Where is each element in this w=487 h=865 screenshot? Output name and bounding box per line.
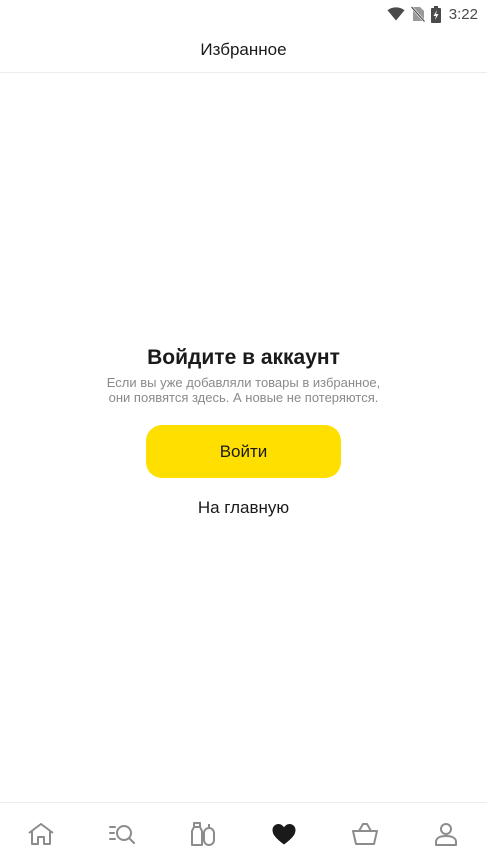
status-time: 3:22 <box>448 5 478 23</box>
heart-icon <box>271 822 297 846</box>
nav-item-profile[interactable] <box>406 803 487 865</box>
nav-item-favorites[interactable] <box>244 803 325 865</box>
home-icon <box>27 822 55 846</box>
products-icon <box>189 821 217 847</box>
empty-state-title: Войдите в аккаунт <box>147 346 340 369</box>
battery-charging-icon <box>430 5 441 23</box>
favorites-screen: 3:22 Избранное Войдите в аккаунт Если вы… <box>0 0 487 865</box>
empty-state-description-line-1: Если вы уже добавляли товары в избранное… <box>106 375 381 390</box>
empty-state-description: Если вы уже добавляли товары в избранное… <box>84 375 404 405</box>
status-bar: 3:22 <box>0 0 487 28</box>
login-button[interactable]: Войти <box>146 425 341 478</box>
status-icons: 3:22 <box>387 4 478 24</box>
home-link[interactable]: На главную <box>198 498 289 518</box>
page-title: Избранное <box>200 40 287 59</box>
nav-item-home[interactable] <box>0 803 81 865</box>
profile-icon <box>434 822 458 846</box>
nav-item-catalog[interactable] <box>81 803 162 865</box>
no-sim-icon <box>410 6 425 22</box>
header: Избранное <box>0 28 487 73</box>
empty-state-description-line-2: они появятся здесь. А новые не потеряютс… <box>108 390 379 405</box>
catalog-search-icon <box>108 822 136 846</box>
basket-icon <box>351 822 379 846</box>
bottom-nav <box>0 802 487 865</box>
nav-item-basket[interactable] <box>325 803 406 865</box>
empty-state: Войдите в аккаунт Если вы уже добавляли … <box>0 343 487 518</box>
wifi-icon <box>387 7 405 21</box>
nav-item-products[interactable] <box>162 803 243 865</box>
